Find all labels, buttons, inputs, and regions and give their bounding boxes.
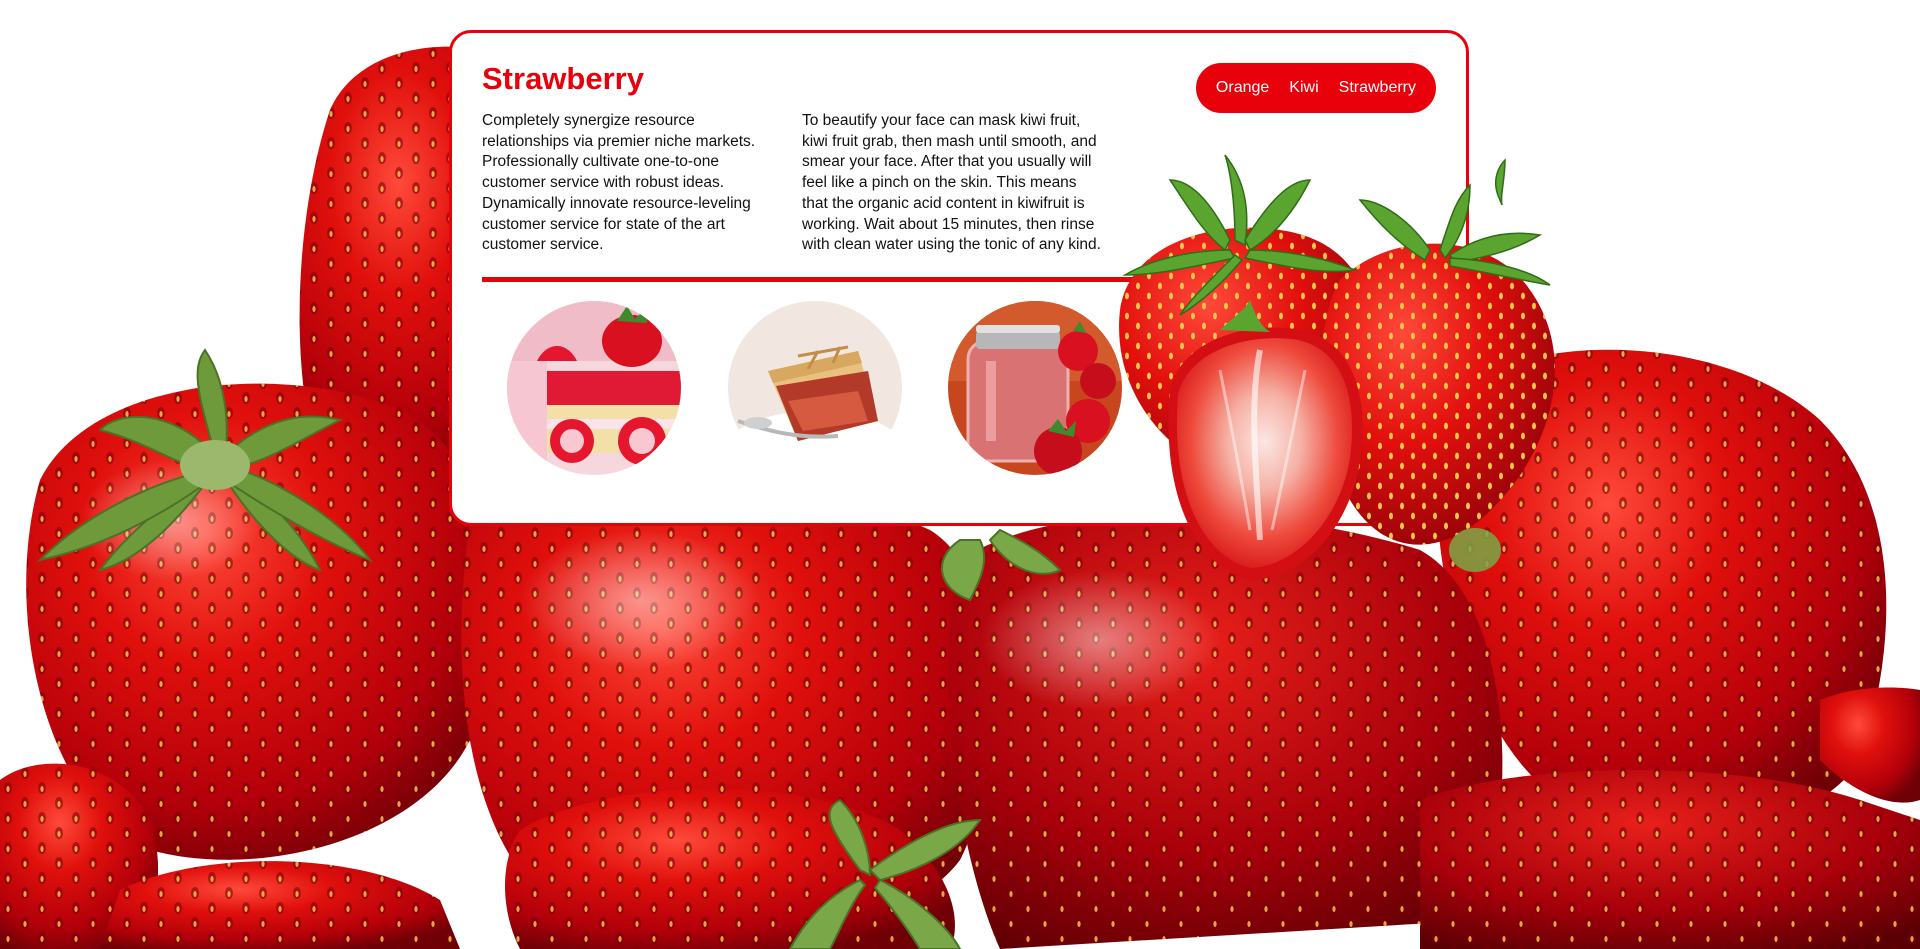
card-title: Strawberry	[482, 61, 644, 96]
strawberry-cake-image[interactable]	[507, 301, 681, 475]
fruit-nav: Orange Kiwi Strawberry	[1195, 63, 1436, 113]
strawberry-pie-image[interactable]	[728, 301, 902, 475]
description-right: To beautify your face can mask kiwi frui…	[802, 112, 1101, 254]
page: Strawberry Completely synergize resource…	[0, 0, 1920, 949]
thumbnail-gallery	[507, 301, 1127, 477]
strawberry-halves-decoration	[1119, 154, 1555, 580]
strawberry-jam-jar-image[interactable]	[948, 301, 1122, 475]
red-divider	[482, 277, 1182, 282]
nav-link-strawberry[interactable]: Strawberry	[1339, 79, 1416, 97]
description-left: Completely synergize resource relationsh…	[482, 112, 756, 254]
nav-link-kiwi[interactable]: Kiwi	[1289, 79, 1318, 97]
nav-link-orange[interactable]: Orange	[1216, 79, 1269, 97]
